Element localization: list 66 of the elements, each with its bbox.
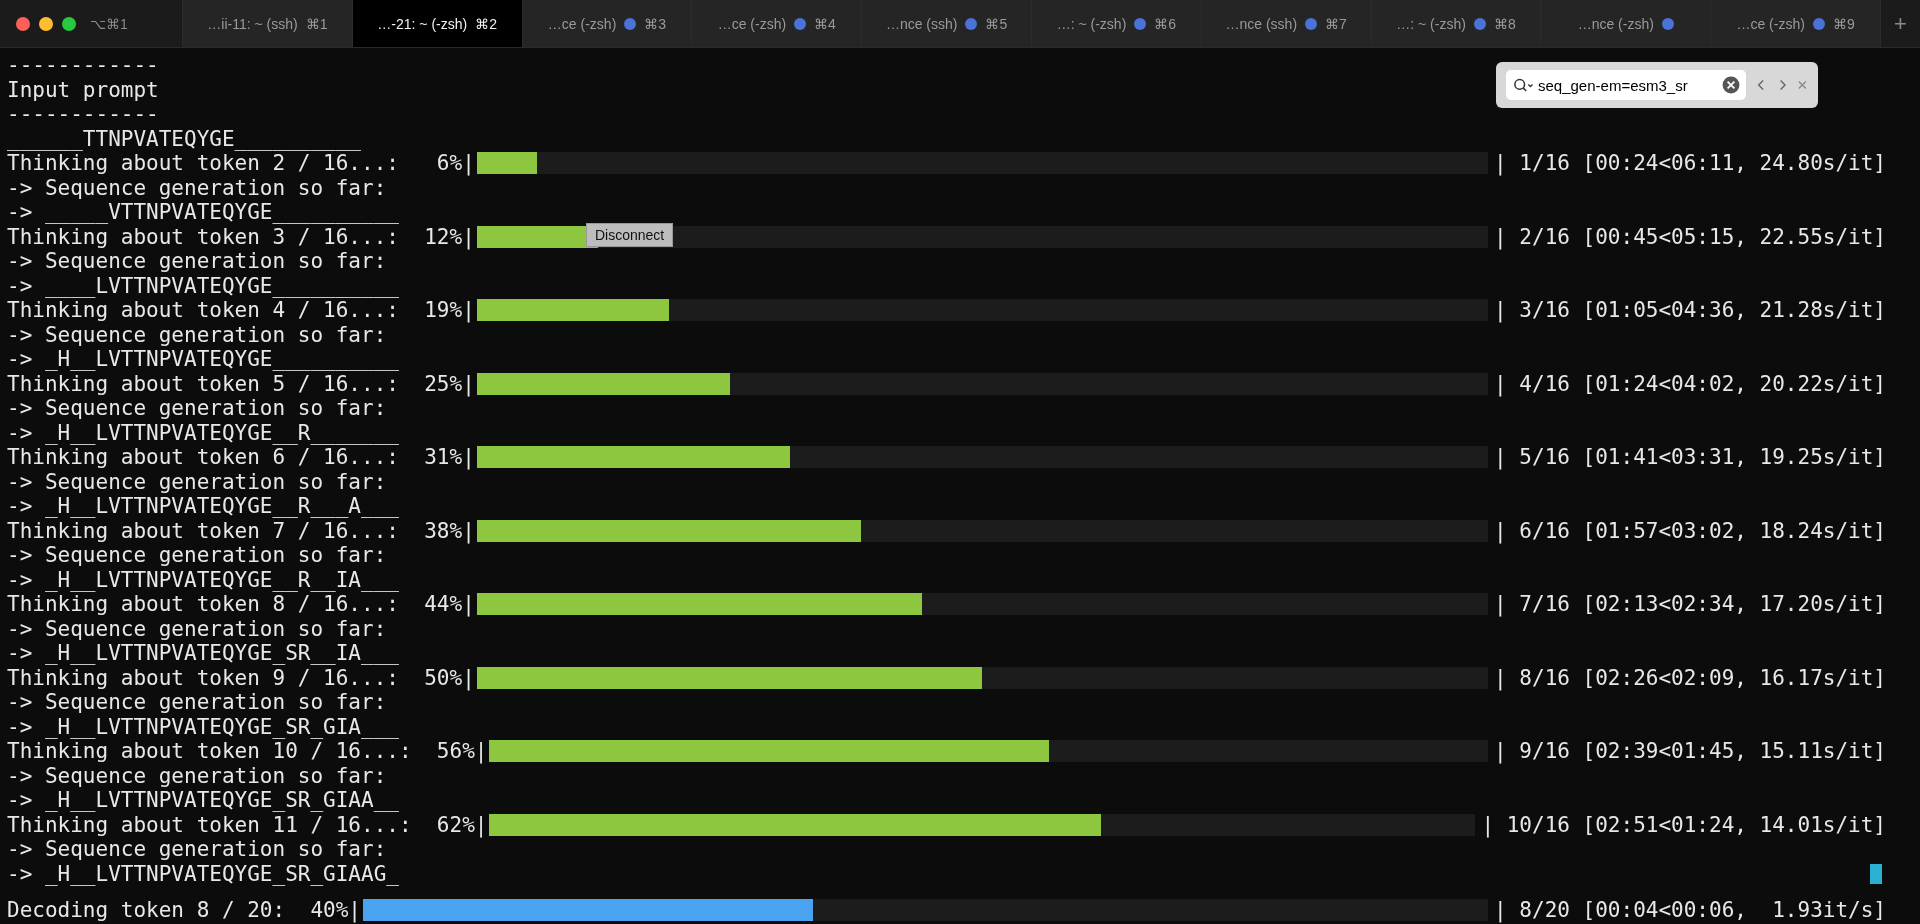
progress-stats: | 8/20 [00:04<00:06, 1.93it/s] [1494, 898, 1886, 923]
progress-stats: | 2/16 [00:45<05:15, 22.55s/it] [1494, 224, 1886, 249]
terminal-tab[interactable]: …ce (-zsh) ⌘4 [691, 0, 862, 47]
terminal-line: -> ____LVTTNPVATEQYGE__________ [7, 273, 399, 298]
new-tab-button[interactable]: + [1879, 0, 1920, 47]
terminal-line: -> _H__LVTTNPVATEQYGE__R_______ [7, 420, 399, 445]
terminal-line: -> Sequence generation so far: [7, 396, 387, 421]
progress-label: Thinking about token 6 / 16...: 31%| [7, 445, 475, 470]
terminal-line: ______TTNPVATEQYGE__________ [7, 126, 361, 151]
terminal-tab[interactable]: …ce (-zsh) ⌘3 [521, 0, 692, 47]
close-window-button[interactable] [16, 16, 30, 31]
progress-stats: | 6/16 [01:57<03:02, 18.24s/it] [1494, 518, 1886, 543]
progress-stats: | 1/16 [00:24<06:11, 24.80s/it] [1494, 151, 1886, 176]
progress-label: Thinking about token 8 / 16...: 44%| [7, 592, 475, 617]
progress-label: Thinking about token 11 / 16...: 62%| [7, 812, 488, 837]
terminal-line: -> _____VTTNPVATEQYGE__________ [7, 200, 399, 225]
progress-stats: | 10/16 [02:51<01:24, 14.01s/it] [1481, 812, 1886, 837]
progress-label: Thinking about token 3 / 16...: 12%| [7, 224, 475, 249]
progress-label: Thinking about token 5 / 16...: 25%| [7, 371, 475, 396]
terminal-tab[interactable]: …ii-11: ~ (ssh) ⌘1 [182, 0, 352, 47]
terminal-line: -> Sequence generation so far: [7, 616, 387, 641]
terminal-line: -> Sequence generation so far: [7, 763, 387, 788]
terminal-line: -> Sequence generation so far: [7, 543, 387, 568]
terminal-line: -> _H__LVTTNPVATEQYGE_SR_GIA___ [7, 714, 399, 739]
progress-stats: | 5/16 [01:41<03:31, 19.25s/it] [1494, 445, 1886, 470]
terminal-line: -> _H__LVTTNPVATEQYGE_SR_GIAA__ [7, 788, 399, 813]
terminal-tab[interactable]: …nce (ssh) ⌘5 [861, 0, 1031, 47]
terminal-line: -> _H__LVTTNPVATEQYGE_SR__IA___ [7, 641, 399, 666]
minimize-window-button[interactable] [39, 16, 53, 31]
terminal-tab[interactable]: …: ~ (-zsh) ⌘8 [1370, 0, 1541, 47]
progress-label: Thinking about token 4 / 16...: 19%| [7, 298, 475, 323]
terminal-line: -> Sequence generation so far: [7, 837, 387, 862]
window-shortcut: ⌥⌘1 [90, 15, 129, 32]
terminal-line: -> Sequence generation so far: [7, 322, 387, 347]
terminal-line: Input prompt [7, 77, 159, 102]
terminal-tab[interactable]: …ce (-zsh) ⌘9 [1710, 0, 1880, 47]
maximize-window-button[interactable] [62, 16, 76, 31]
terminal-line: -> Sequence generation so far: [7, 249, 387, 274]
text-cursor [1870, 864, 1882, 884]
terminal-line: -> _H__LVTTNPVATEQYGE_SR_GIAAG_ [7, 861, 399, 886]
progress-label: Thinking about token 9 / 16...: 50%| [7, 665, 475, 690]
progress-stats: | 9/16 [02:39<01:45, 15.11s/it] [1494, 739, 1886, 764]
terminal-line: -> _H__LVTTNPVATEQYGE__R___A___ [7, 494, 399, 519]
search-field[interactable]: seq_gen-em=esm3_sr [1506, 70, 1746, 100]
progress-label: Thinking about token 2 / 16...: 6%| [7, 151, 475, 176]
terminal-tab[interactable]: …: ~ (-zsh) ⌘6 [1031, 0, 1201, 47]
progress-stats: | 7/16 [02:13<02:34, 17.20s/it] [1494, 592, 1886, 617]
terminal-line: -> _H__LVTTNPVATEQYGE__R__IA___ [7, 567, 399, 592]
progress-label: Decoding token 8 / 20: 40%| [7, 898, 361, 923]
terminal-line: -> Sequence generation so far: [7, 469, 387, 494]
terminal-line: ------------ [7, 53, 159, 78]
terminal-tab[interactable]: …-21: ~ (-zsh) ⌘2 [351, 0, 522, 47]
progress-stats: | 8/16 [02:26<02:09, 16.17s/it] [1494, 665, 1886, 690]
progress-label: Thinking about token 7 / 16...: 38%| [7, 518, 475, 543]
terminal-tab[interactable]: …nce (-zsh) [1540, 0, 1711, 47]
terminal-line: -> _H__LVTTNPVATEQYGE__________ [7, 347, 399, 372]
search-icon [1513, 78, 1535, 93]
progress-label: Thinking about token 10 / 16...: 56%| [7, 739, 488, 764]
progress-stats: | 3/16 [01:05<04:36, 21.28s/it] [1494, 298, 1886, 323]
tooltip: Disconnect [586, 223, 674, 247]
progress-stats: | 4/16 [01:24<04:02, 20.22s/it] [1494, 371, 1886, 396]
terminal-line: -> Sequence generation so far: [7, 175, 387, 200]
terminal-tab[interactable]: …nce (ssh) ⌘7 [1200, 0, 1371, 47]
clear-icon[interactable] [1722, 76, 1740, 94]
terminal-line: ------------ [7, 102, 159, 127]
terminal-line: -> Sequence generation so far: [7, 690, 387, 715]
